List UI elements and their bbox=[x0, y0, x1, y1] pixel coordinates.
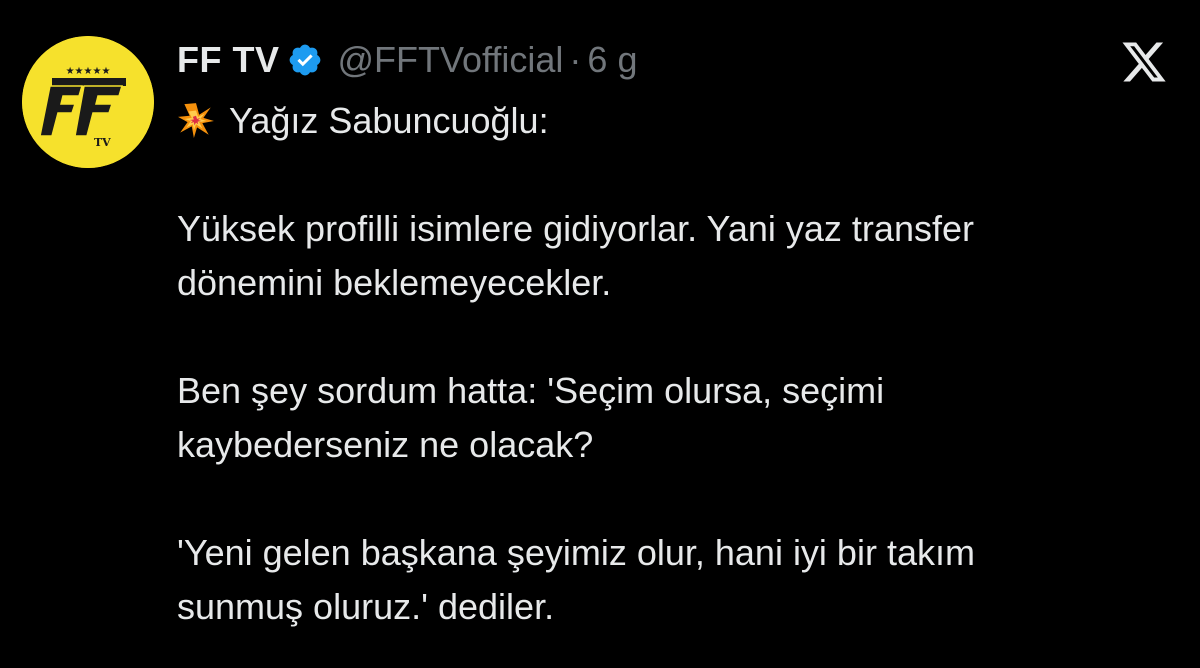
author-avatar[interactable]: ★★★★★ TV bbox=[22, 36, 154, 168]
tweet-header: FF TV @FFTVofficial · 6 g bbox=[177, 34, 637, 86]
svg-text:★★★★★: ★★★★★ bbox=[66, 66, 111, 77]
tweet-line: kaybederseniz ne olacak? bbox=[177, 424, 594, 465]
author-handle[interactable]: @FFTVofficial bbox=[337, 39, 563, 81]
verified-badge-icon bbox=[287, 42, 323, 78]
tweet-text: Yağız Sabuncuoğlu: Yüksek profilli isiml… bbox=[177, 94, 1177, 634]
x-logo-icon[interactable] bbox=[1120, 38, 1168, 86]
tweet-line: Ben şey sordum hatta: 'Seçim olursa, seç… bbox=[177, 370, 885, 411]
tweet-line: Yüksek profilli isimlere gidiyorlar. Yan… bbox=[177, 208, 974, 249]
tweet-card[interactable]: ★★★★★ TV FF TV @FFTVofficial · 6 g Yağız… bbox=[0, 0, 1200, 668]
separator-dot: · bbox=[569, 39, 582, 80]
ff-tv-logo: ★★★★★ TV bbox=[22, 36, 154, 168]
tweet-title: Yağız Sabuncuoğlu: bbox=[229, 100, 549, 141]
svg-text:TV: TV bbox=[94, 136, 111, 149]
tweet-line: dönemini beklemeyecekler. bbox=[177, 262, 612, 303]
tweet-title-line: Yağız Sabuncuoğlu: bbox=[177, 94, 1177, 148]
collision-icon bbox=[177, 101, 215, 139]
tweet-timestamp[interactable]: 6 g bbox=[587, 39, 637, 81]
author-display-name[interactable]: FF TV bbox=[177, 39, 279, 81]
tweet-line: 'Yeni gelen başkana şeyimiz olur, hani i… bbox=[177, 532, 975, 573]
tweet-line: sunmuş oluruz.' dediler. bbox=[177, 586, 555, 627]
